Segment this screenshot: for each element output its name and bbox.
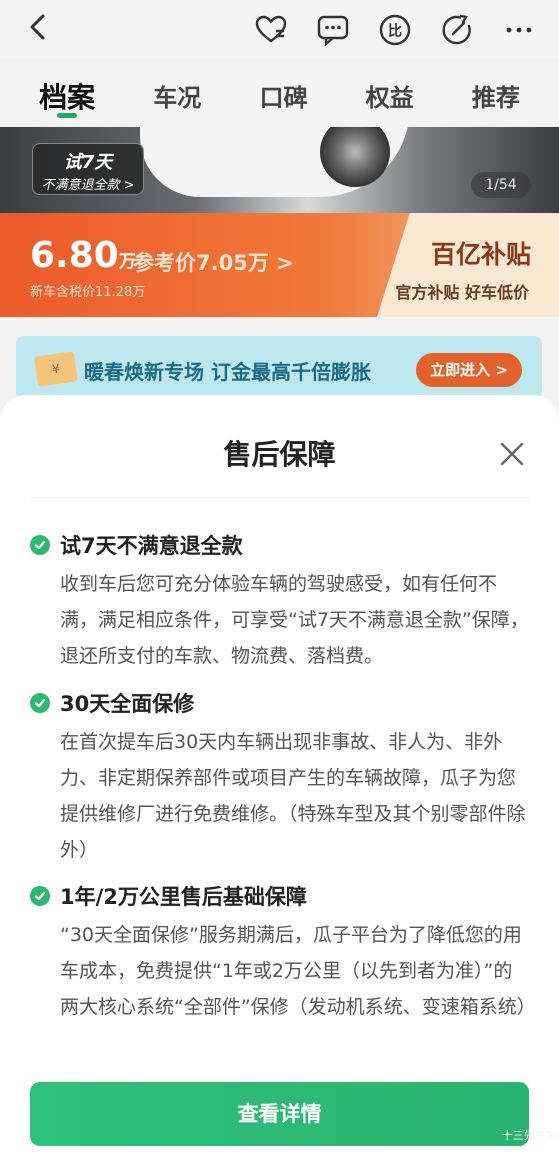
section-body: 收到车后您可充分体验车辆的驾驶感受，如有任何不满，满足相应条件，可享受“试7天不… <box>60 573 529 667</box>
divider <box>30 497 529 498</box>
promo-banner[interactable]: ¥ 暖春焕新专场 订金最高千倍膨胀 立即进入 > <box>16 336 542 400</box>
trial-badge-title: 试7天 <box>63 152 113 173</box>
car-gallery[interactable]: 试7天 不满意退全款 > <box>0 127 559 213</box>
tab-recommend[interactable]: 推荐 <box>472 64 520 124</box>
compare-icon[interactable]: 比 <box>377 12 413 48</box>
back-arrow-icon[interactable] <box>26 12 50 42</box>
price-value: 6.80 <box>30 235 119 276</box>
watermark: 十三先生St <box>501 1129 557 1142</box>
ticket-icon: ¥ <box>34 351 78 387</box>
close-icon[interactable] <box>497 439 527 469</box>
share-icon[interactable] <box>439 12 475 48</box>
guarantee-section: 1年/2万公里售后基础保障 “30天全面保修”服务期满后，瓜子平台为了降低您的用… <box>30 879 536 1025</box>
trial-badge[interactable]: 试7天 不满意退全款 > <box>32 143 144 195</box>
section-title: 1年/2万公里售后基础保障 <box>60 885 307 909</box>
tab-benefits[interactable]: 权益 <box>366 64 414 124</box>
guarantee-section: 试7天不满意退全款 收到车后您可充分体验车辆的驾驶感受，如有任何不满，满足相应条… <box>30 528 530 674</box>
top-bar: 比 <box>0 0 559 58</box>
promo-text: 暖春焕新专场 订金最高千倍膨胀 <box>84 360 371 384</box>
more-icon[interactable] <box>501 12 537 48</box>
new-car-price: 新车含税价11.28万 <box>30 285 146 300</box>
trial-badge-subtitle: 不满意退全款 > <box>41 178 135 193</box>
tab-reviews[interactable]: 口碑 <box>259 64 307 124</box>
guarantee-section: 30天全面保修 在首次提车后30天内车辆出现非事故、非人为、非外力、非定期保养部… <box>30 686 530 868</box>
price-amount: 6.80万 <box>30 235 136 276</box>
check-icon <box>30 535 50 555</box>
tab-archive[interactable]: 档案 <box>39 64 95 124</box>
subsidy-description: 官方补贴 好车低价 <box>395 283 529 302</box>
subsidy-title: 百亿补贴 <box>430 240 531 269</box>
tab-bar: 档案 车况 口碑 权益 推荐 <box>0 64 559 124</box>
check-icon <box>30 886 50 906</box>
section-title: 30天全面保修 <box>60 692 195 716</box>
sheet-title: 售后保障 <box>223 438 336 471</box>
after-sales-sheet: 售后保障 试7天不满意退全款 收到车后您可充分体验车辆的驾驶感受，如有任何不满，… <box>0 395 559 1163</box>
reference-price-link[interactable]: 参考价7.05万 > <box>133 247 294 277</box>
section-body: 在首次提车后30天内车辆出现非事故、非人为、非外力、非定期保养部件或项目产生的车… <box>60 731 526 861</box>
tab-condition[interactable]: 车况 <box>153 64 201 124</box>
check-icon <box>30 693 50 713</box>
section-body: “30天全面保修”服务期满后，瓜子平台为了降低您的用车成本，免费提供“1年或2万… <box>60 924 536 1018</box>
svg-text:比: 比 <box>388 23 402 40</box>
heart-icon[interactable] <box>253 12 289 48</box>
message-icon[interactable] <box>315 12 351 48</box>
view-details-button[interactable]: 查看详情 <box>30 1082 529 1146</box>
price-banner[interactable]: 6.80万 参考价7.05万 > 新车含税价11.28万 百亿补贴 官方补贴 好… <box>0 213 559 317</box>
section-title: 试7天不满意退全款 <box>60 534 243 558</box>
enter-now-button[interactable]: 立即进入 > <box>416 353 522 387</box>
image-counter: 1/54 <box>471 172 531 198</box>
